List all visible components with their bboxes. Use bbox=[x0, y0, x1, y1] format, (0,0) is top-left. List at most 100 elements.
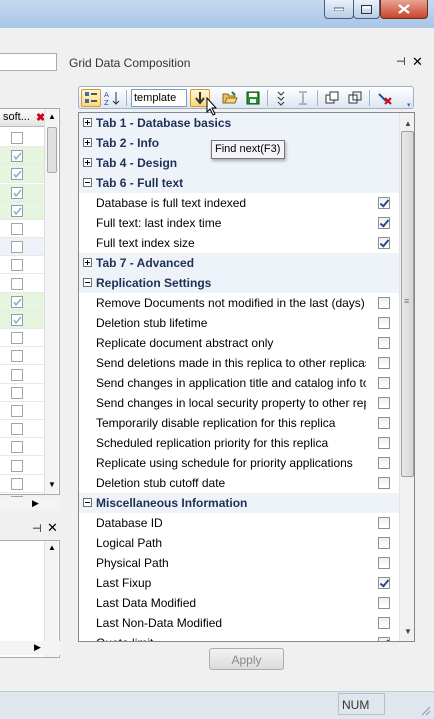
left-panel-checkbox[interactable] bbox=[11, 277, 23, 290]
scroll-right-icon[interactable]: ▶ bbox=[32, 498, 39, 509]
left-panel-checkbox[interactable] bbox=[11, 295, 23, 308]
toolbar-overflow-icon[interactable]: ▾ bbox=[407, 101, 411, 109]
property-row[interactable]: Deletion stub lifetime bbox=[79, 313, 399, 333]
left-vertical-scrollbar[interactable]: ▲ ▼ bbox=[44, 109, 58, 494]
close-button[interactable] bbox=[380, 0, 428, 19]
left-panel-checkbox[interactable] bbox=[11, 441, 23, 454]
left-panel-row[interactable] bbox=[0, 201, 44, 220]
left-panel-checkbox[interactable] bbox=[11, 259, 23, 272]
property-checkbox[interactable] bbox=[378, 377, 390, 389]
property-row[interactable]: Remove Documents not modified in the las… bbox=[79, 293, 399, 313]
copy-button[interactable] bbox=[322, 89, 342, 107]
expand-icon[interactable] bbox=[83, 158, 92, 167]
left-panel-checkbox[interactable] bbox=[11, 332, 23, 345]
paste-button[interactable] bbox=[345, 89, 365, 107]
property-row[interactable]: Replicate using schedule for priority ap… bbox=[79, 453, 399, 473]
pin-icon[interactable]: ⊣ bbox=[32, 522, 42, 535]
open-button[interactable] bbox=[220, 89, 240, 107]
left-panel-checkbox[interactable] bbox=[11, 314, 23, 326]
grid-vertical-scrollbar[interactable]: ▲ ≡ ▼ bbox=[399, 113, 414, 641]
close-icon[interactable]: ✕ bbox=[47, 520, 58, 536]
property-checkbox[interactable] bbox=[378, 517, 390, 529]
left-panel-checkbox[interactable] bbox=[11, 405, 23, 417]
apply-button[interactable]: Apply bbox=[209, 648, 284, 670]
left-panel-checkbox[interactable] bbox=[11, 241, 23, 254]
left-panel-checkbox[interactable] bbox=[11, 132, 23, 144]
left-panel-row[interactable] bbox=[0, 329, 44, 348]
left-bottom-scrollbar[interactable]: ▲ ▼ bbox=[44, 541, 58, 657]
property-row[interactable]: Last Non-Data Modified bbox=[79, 613, 399, 633]
left-panel-row[interactable] bbox=[0, 147, 44, 166]
left-scroll-thumb[interactable] bbox=[47, 127, 57, 173]
property-row[interactable]: Last Fixup bbox=[79, 573, 399, 593]
left-panel-checkbox[interactable] bbox=[11, 459, 23, 472]
property-checkbox[interactable] bbox=[378, 577, 390, 589]
minimize-button[interactable] bbox=[324, 0, 354, 19]
maximize-button[interactable] bbox=[353, 0, 380, 19]
property-checkbox[interactable] bbox=[378, 357, 390, 369]
scroll-up-icon[interactable]: ▲ bbox=[48, 543, 56, 552]
category-row[interactable]: Tab 1 - Database basics bbox=[79, 113, 399, 133]
left-panel-checkbox[interactable] bbox=[11, 368, 23, 381]
property-row[interactable]: Full text: last index time bbox=[79, 213, 399, 233]
property-row[interactable]: Last Data Modified bbox=[79, 593, 399, 613]
left-panel-row[interactable] bbox=[0, 420, 44, 439]
left-panel-row[interactable] bbox=[0, 384, 44, 402]
category-row[interactable]: Miscellaneous Information bbox=[79, 493, 399, 513]
pin-icon[interactable]: ⊣ bbox=[396, 55, 406, 68]
property-row[interactable]: Send deletions made in this replica to o… bbox=[79, 353, 399, 373]
property-row[interactable]: Send changes in local security property … bbox=[79, 393, 399, 413]
category-row[interactable]: Tab 6 - Full text bbox=[79, 173, 399, 193]
property-checkbox[interactable] bbox=[378, 417, 390, 429]
left-panel-row[interactable] bbox=[0, 129, 44, 147]
left-panel-checkbox[interactable] bbox=[11, 150, 23, 163]
left-panel-row[interactable] bbox=[0, 275, 44, 293]
property-row[interactable]: Physical Path bbox=[79, 553, 399, 573]
categorized-view-button[interactable] bbox=[81, 89, 101, 107]
left-panel-row[interactable] bbox=[0, 238, 44, 257]
scroll-up-icon[interactable]: ▲ bbox=[48, 112, 56, 121]
property-checkbox[interactable] bbox=[378, 237, 390, 249]
left-panel-row[interactable] bbox=[0, 292, 44, 311]
left-panel-checkbox[interactable] bbox=[11, 477, 23, 490]
left-panel-row[interactable] bbox=[0, 438, 44, 457]
left-panel-row[interactable] bbox=[0, 311, 44, 329]
left-panel-input[interactable] bbox=[0, 53, 57, 71]
left-panel-row[interactable] bbox=[0, 220, 44, 238]
expand-all-button[interactable] bbox=[271, 89, 291, 107]
property-row[interactable]: Send changes in application title and ca… bbox=[79, 373, 399, 393]
expand-icon[interactable] bbox=[83, 118, 92, 127]
left-panel-row[interactable] bbox=[0, 366, 44, 384]
property-checkbox[interactable] bbox=[378, 197, 390, 209]
property-checkbox[interactable] bbox=[378, 297, 390, 309]
property-row[interactable]: Database ID bbox=[79, 513, 399, 533]
scroll-right-icon[interactable]: ▶ bbox=[34, 642, 41, 653]
resize-grip-icon[interactable] bbox=[420, 705, 431, 719]
collapse-icon[interactable] bbox=[83, 278, 92, 287]
property-checkbox[interactable] bbox=[378, 637, 390, 641]
property-checkbox[interactable] bbox=[378, 317, 390, 329]
property-checkbox[interactable] bbox=[378, 397, 390, 409]
collapse-icon[interactable] bbox=[83, 498, 92, 507]
left-panel-checkbox[interactable] bbox=[11, 186, 23, 199]
property-row[interactable]: Full text index size bbox=[79, 233, 399, 253]
left-panel-row[interactable] bbox=[0, 183, 44, 202]
left-panel-checkbox[interactable] bbox=[11, 204, 23, 217]
property-checkbox[interactable] bbox=[378, 477, 390, 489]
clear-button[interactable] bbox=[375, 89, 395, 107]
property-checkbox[interactable] bbox=[378, 437, 390, 449]
scroll-down-icon[interactable]: ▼ bbox=[400, 623, 414, 639]
property-row[interactable]: Quota limit bbox=[79, 633, 399, 641]
left-panel-checkbox[interactable] bbox=[11, 223, 23, 235]
left-panel-row[interactable] bbox=[0, 402, 44, 420]
property-checkbox[interactable] bbox=[378, 537, 390, 549]
property-row[interactable]: Deletion stub cutoff date bbox=[79, 473, 399, 493]
left-horizontal-scrollbar[interactable]: ▶ bbox=[0, 497, 60, 511]
expand-icon[interactable] bbox=[83, 138, 92, 147]
left-panel-row[interactable] bbox=[0, 256, 44, 275]
save-button[interactable] bbox=[243, 89, 263, 107]
collapse-all-button[interactable] bbox=[293, 89, 313, 107]
category-row[interactable]: Tab 7 - Advanced bbox=[79, 253, 399, 273]
property-checkbox[interactable] bbox=[378, 337, 390, 349]
collapse-icon[interactable] bbox=[83, 178, 92, 187]
